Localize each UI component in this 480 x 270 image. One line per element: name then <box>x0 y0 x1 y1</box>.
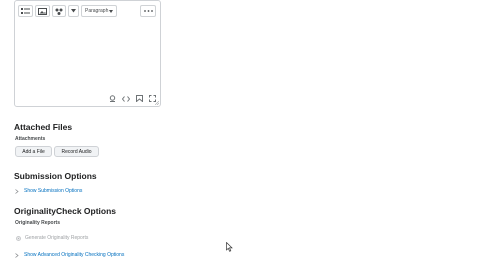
submission-options-heading: Submission Options <box>14 171 97 181</box>
record-audio-button[interactable]: Record Audio <box>54 146 99 157</box>
generate-reports-label: Generate Originality Reports <box>25 235 89 241</box>
insert-stuff-button[interactable] <box>52 5 66 17</box>
insert-image-icon <box>38 7 47 15</box>
generate-reports-checkbox[interactable] <box>16 235 21 241</box>
spellcheck-icon[interactable] <box>109 95 116 102</box>
chevron-down-icon <box>109 9 114 13</box>
chevron-right-icon <box>15 252 19 258</box>
source-code-icon[interactable] <box>122 95 130 102</box>
more-options-button[interactable] <box>140 5 156 17</box>
paragraph-format-select[interactable]: Paragraph <box>81 5 118 17</box>
insert-dropdown-button[interactable] <box>68 5 79 17</box>
resize-grip-icon[interactable] <box>155 101 159 105</box>
more-options-icon <box>143 10 153 12</box>
originality-reports-label: Originality Reports <box>15 220 61 226</box>
add-a-file-button[interactable]: Add a File <box>15 146 52 157</box>
html-editor[interactable]: Paragraph <box>14 0 161 107</box>
chevron-right-icon <box>15 188 19 194</box>
mouse-pointer-icon <box>226 242 233 252</box>
show-advanced-originality-label: Show Advanced Originality Checking Optio… <box>24 252 125 258</box>
editor-toolbar: Paragraph <box>18 5 118 17</box>
attachments-label: Attachments <box>15 136 46 142</box>
show-submission-options-link[interactable]: Show Submission Options <box>15 188 82 194</box>
emoticon-icon[interactable] <box>136 95 143 102</box>
insert-stuff-icon <box>55 8 63 15</box>
originality-check-heading: OriginalityCheck Options <box>14 206 117 216</box>
chevron-down-icon <box>71 9 76 13</box>
list-button[interactable] <box>18 5 33 17</box>
paragraph-format-label: Paragraph <box>85 8 109 14</box>
show-submission-options-label: Show Submission Options <box>24 188 83 194</box>
insert-image-button[interactable] <box>35 5 50 17</box>
attached-files-heading: Attached Files <box>14 122 73 132</box>
list-icon <box>21 7 30 14</box>
editor-footer <box>109 95 156 102</box>
show-advanced-originality-link[interactable]: Show Advanced Originality Checking Optio… <box>15 252 124 258</box>
generate-originality-reports-option[interactable]: Generate Originality Reports <box>16 235 88 241</box>
